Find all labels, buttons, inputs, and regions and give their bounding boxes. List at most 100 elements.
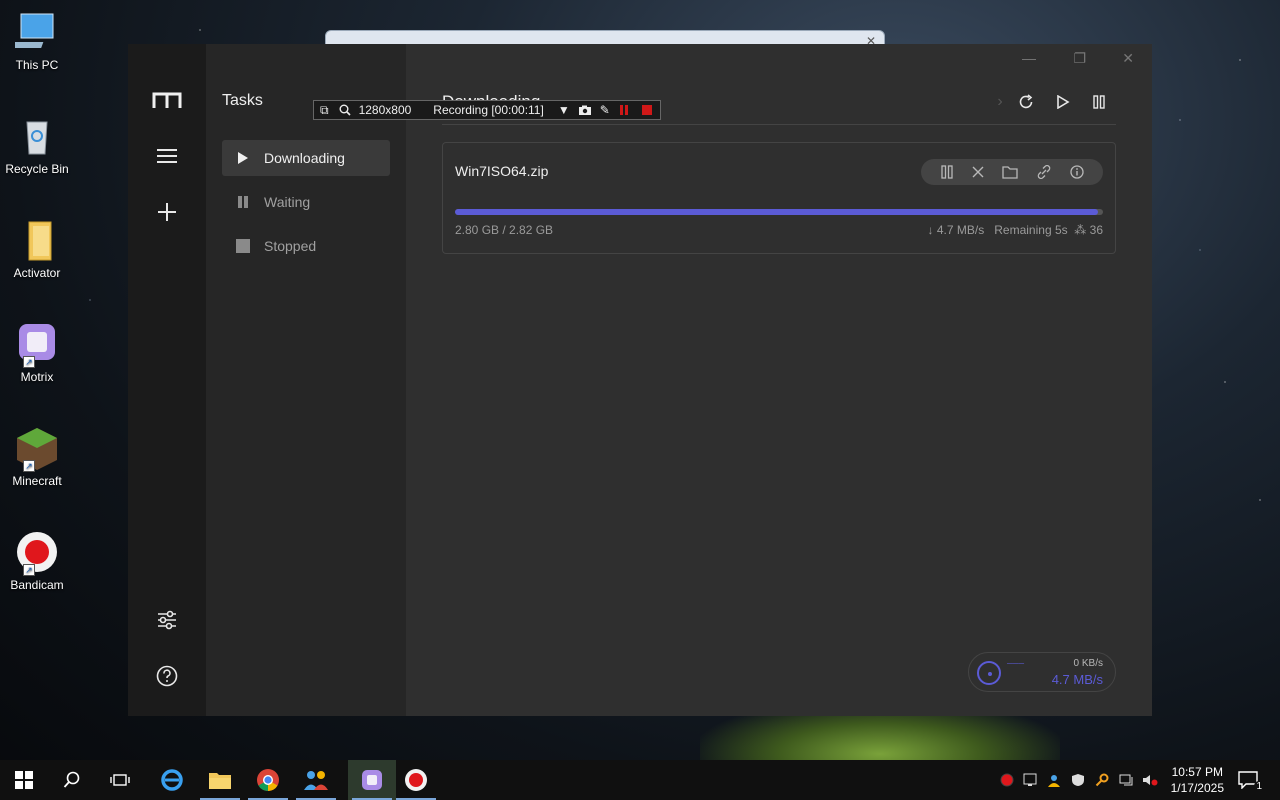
monitor-tray-icon[interactable] bbox=[1018, 773, 1042, 787]
desktop-icon-motrix[interactable]: ↗ Motrix bbox=[4, 322, 70, 384]
shortcut-arrow-icon: ↗ bbox=[23, 564, 35, 576]
download-speed-total: 4.7 MB/s bbox=[1051, 672, 1103, 687]
motrix-window: Tasks Downloading Waiting Stopped — ❐ ✕ … bbox=[128, 44, 1152, 716]
desktop-icon-label: This PC bbox=[15, 58, 59, 72]
task-item[interactable]: Win7ISO64.zip 2.80 GB / 2.82 GB ↓ 4.7 MB… bbox=[442, 142, 1116, 254]
stop-icon bbox=[236, 239, 250, 253]
sidebar-title: Tasks bbox=[222, 92, 263, 109]
speed-limit-indicator: ─── bbox=[1007, 659, 1025, 668]
minecraft-icon: ↗ bbox=[15, 426, 59, 472]
network-tray-icon[interactable] bbox=[1114, 773, 1138, 787]
desktop-icon-label: Minecraft bbox=[12, 474, 62, 488]
help-icon[interactable] bbox=[147, 656, 187, 696]
dropdown-icon[interactable]: ▼ bbox=[558, 103, 570, 117]
folder-icon[interactable] bbox=[1002, 165, 1018, 179]
speed-meter[interactable]: ─── 0 KB/s 4.7 MB/s bbox=[968, 652, 1116, 692]
taskbar-motrix[interactable] bbox=[348, 760, 396, 800]
key-tray-icon[interactable] bbox=[1090, 773, 1114, 787]
system-tray bbox=[996, 760, 1162, 800]
sidebar-item-waiting[interactable]: Waiting bbox=[222, 184, 390, 220]
pause-icon bbox=[236, 195, 250, 209]
stop-record-icon[interactable] bbox=[641, 105, 652, 115]
add-task-icon[interactable] bbox=[147, 192, 187, 232]
recorder-toolbar[interactable]: ⧉ 1280x800 Recording [00:00:11] ▼ ✎ bbox=[313, 100, 661, 120]
people-icon bbox=[304, 771, 328, 790]
desktop-icon-activator[interactable]: Activator bbox=[4, 218, 70, 280]
desktop-icon-label: Motrix bbox=[20, 370, 54, 384]
link-icon[interactable] bbox=[1036, 165, 1052, 179]
task-stats: ↓ 4.7 MB/s Remaining 5s ⁂ 36 bbox=[928, 223, 1103, 237]
volume-muted-tray-icon[interactable] bbox=[1138, 773, 1162, 787]
pause-record-icon[interactable] bbox=[619, 105, 628, 115]
taskbar-edge[interactable] bbox=[148, 760, 196, 800]
taskbar-chrome[interactable] bbox=[244, 760, 292, 800]
folder-icon bbox=[15, 218, 59, 262]
close-icon[interactable]: ✕ bbox=[1122, 50, 1134, 67]
download-speed: ↓ 4.7 MB/s bbox=[927, 223, 985, 237]
task-size: 2.80 GB / 2.82 GB bbox=[455, 223, 554, 237]
delete-task-icon[interactable] bbox=[972, 166, 984, 178]
shield-tray-icon[interactable] bbox=[1066, 773, 1090, 787]
menu-icon[interactable] bbox=[147, 136, 187, 176]
magnifier-icon[interactable] bbox=[339, 104, 351, 116]
recorder-resolution: 1280x800 bbox=[358, 103, 412, 117]
recycle-bin-icon bbox=[15, 114, 59, 158]
info-icon[interactable] bbox=[1070, 165, 1084, 179]
refresh-button[interactable] bbox=[1014, 90, 1038, 114]
recorder-status: Recording [00:00:11] bbox=[433, 103, 544, 117]
taskbar-people-app[interactable] bbox=[292, 760, 340, 800]
pencil-icon[interactable]: ✎ bbox=[600, 103, 610, 117]
sidebar-item-downloading[interactable]: Downloading bbox=[222, 140, 390, 176]
taskbar-bandicam[interactable] bbox=[392, 760, 440, 800]
desktop-icon-minecraft[interactable]: ↗ Minecraft bbox=[4, 426, 70, 488]
start-button[interactable] bbox=[0, 760, 48, 800]
settings-sliders-icon[interactable] bbox=[147, 600, 187, 640]
taskbar-file-explorer[interactable] bbox=[196, 760, 244, 800]
taskbar-clock[interactable]: 10:57 PM 1/17/2025 bbox=[1171, 764, 1224, 796]
progress-bar bbox=[455, 209, 1103, 215]
internet-explorer-icon bbox=[161, 769, 183, 791]
progress-fill bbox=[455, 209, 1099, 215]
desktop-icon-label: Bandicam bbox=[10, 578, 64, 592]
task-name: Win7ISO64.zip bbox=[455, 163, 549, 179]
bandicam-tray-icon[interactable] bbox=[996, 773, 1018, 787]
desktop-icon-this-pc[interactable]: This PC bbox=[4, 10, 70, 72]
refresh-icon bbox=[1019, 94, 1033, 109]
task-actions bbox=[921, 159, 1103, 185]
task-view-icon bbox=[110, 774, 130, 786]
task-view-button[interactable] bbox=[96, 760, 144, 800]
pause-task-icon[interactable] bbox=[940, 165, 954, 179]
play-icon bbox=[1057, 95, 1070, 109]
search-button[interactable] bbox=[48, 760, 96, 800]
folder-icon bbox=[209, 773, 231, 789]
speedometer-icon bbox=[977, 661, 1001, 685]
clock-date: 1/17/2025 bbox=[1170, 781, 1224, 795]
notification-center-button[interactable]: 1 bbox=[1226, 760, 1270, 800]
divider bbox=[442, 124, 1116, 125]
window-mode-icon[interactable]: ⧉ bbox=[320, 103, 329, 118]
shortcut-arrow-icon: ↗ bbox=[23, 356, 35, 368]
taskbar: 10:57 PM 1/17/2025 1 bbox=[0, 760, 1280, 800]
camera-icon[interactable] bbox=[578, 105, 592, 116]
maximize-icon[interactable]: ❐ bbox=[1073, 50, 1086, 67]
motrix-logo-icon bbox=[147, 80, 187, 120]
resume-all-button[interactable] bbox=[1051, 90, 1075, 114]
play-icon bbox=[236, 151, 250, 165]
remaining-time: Remaining 5s bbox=[994, 223, 1068, 237]
pause-icon bbox=[1093, 95, 1105, 109]
main-panel: — ❐ ✕ Downloading › Win7ISO64.zip bbox=[406, 44, 1152, 716]
bandicam-icon: ↗ bbox=[15, 530, 59, 576]
desktop-icon-recycle-bin[interactable]: Recycle Bin bbox=[4, 114, 70, 176]
connections-icon: ⁂ bbox=[1074, 223, 1087, 237]
desktop-icon-bandicam[interactable]: ↗ Bandicam bbox=[4, 530, 70, 592]
sidebar-item-label: Stopped bbox=[264, 238, 317, 254]
motrix-icon bbox=[362, 770, 382, 790]
people-tray-icon[interactable] bbox=[1042, 773, 1066, 787]
search-icon bbox=[63, 771, 80, 788]
sidebar-item-label: Waiting bbox=[264, 194, 311, 210]
minimize-icon[interactable]: — bbox=[1022, 50, 1036, 66]
connections-count: 36 bbox=[1089, 223, 1103, 237]
sidebar-item-stopped[interactable]: Stopped bbox=[222, 228, 390, 264]
desktop-icon-label: Recycle Bin bbox=[5, 162, 69, 176]
pause-all-button[interactable] bbox=[1087, 90, 1111, 114]
